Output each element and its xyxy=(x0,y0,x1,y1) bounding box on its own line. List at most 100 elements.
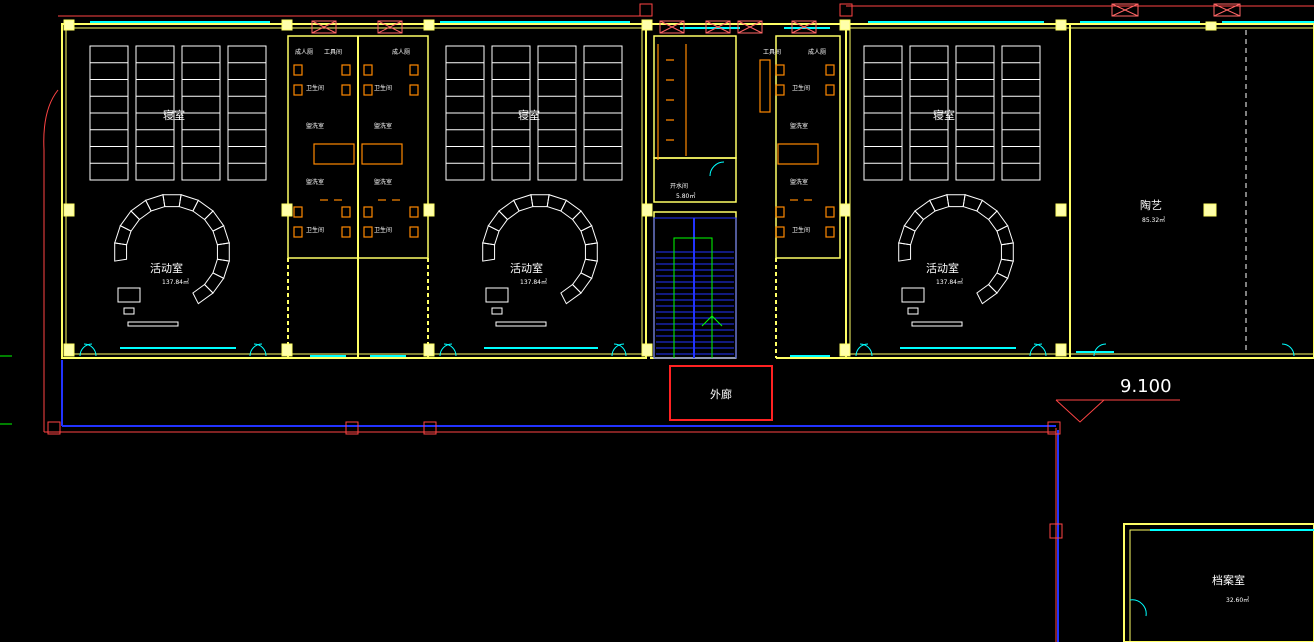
bedroom-label-1: 寝室 xyxy=(163,108,185,122)
seat-segment xyxy=(130,199,152,221)
seat-segment xyxy=(898,242,912,262)
washroom-label-c2: 盥洗室 xyxy=(790,178,808,186)
seat-segment xyxy=(482,224,500,246)
seat-segment xyxy=(903,210,925,232)
water-room-label: 开水间 xyxy=(670,182,688,190)
seat-segment xyxy=(996,258,1014,280)
toilet xyxy=(825,226,835,238)
washroom-label-a1: 盥洗室 xyxy=(306,122,324,130)
restroom-label-c2: 卫生间 xyxy=(792,226,810,234)
tool-room-label-b: 工具间 xyxy=(763,48,781,56)
toilet xyxy=(293,206,303,218)
toilet xyxy=(341,206,351,218)
seat-segment xyxy=(584,242,598,262)
seat-segment xyxy=(162,194,182,208)
seat-segment xyxy=(178,194,200,212)
seat-segment xyxy=(192,283,214,305)
room-labels: 寝室 寝室 寝室 活动室 137.84㎡ 活动室 137.84㎡ 活动室 137… xyxy=(150,48,1249,604)
stool xyxy=(907,307,919,315)
stool xyxy=(123,307,135,315)
restroom-label-b2: 卫生间 xyxy=(374,226,392,234)
seat-segment xyxy=(482,242,496,262)
seat-segment xyxy=(119,210,141,232)
corridor-label: 外廊 xyxy=(710,387,732,401)
toilet xyxy=(363,64,373,76)
seat-segment xyxy=(487,210,509,232)
toilet xyxy=(409,226,419,238)
door-swing xyxy=(1129,599,1147,617)
axis-ticks xyxy=(0,355,12,425)
restroom-label-a1: 卫生间 xyxy=(306,84,324,92)
seat-segment xyxy=(914,199,936,221)
toilet xyxy=(341,84,351,96)
seat-segment xyxy=(580,224,598,246)
activity-label-3: 活动室 xyxy=(926,261,959,275)
toilet xyxy=(409,84,419,96)
teacher-wc-label-a: 成人厕 xyxy=(295,48,313,56)
bedroom-label-3: 寝室 xyxy=(933,108,955,122)
toilet xyxy=(775,226,785,238)
toilet xyxy=(409,206,419,218)
activity-label-1: 活动室 xyxy=(150,261,183,275)
seat-segment xyxy=(898,224,916,246)
bench xyxy=(495,321,547,327)
seat-segment xyxy=(216,242,230,262)
piano xyxy=(901,287,925,303)
toilet xyxy=(293,226,303,238)
activity-furniture xyxy=(114,194,1014,327)
activity-label-2: 活动室 xyxy=(510,261,543,275)
pottery-label: 陶艺 xyxy=(1140,198,1162,212)
washroom-label-a2: 盥洗室 xyxy=(374,122,392,130)
toilet xyxy=(775,206,785,218)
toilet xyxy=(363,226,373,238)
seat-segment xyxy=(114,224,132,246)
activity-area-3: 137.84㎡ xyxy=(936,278,963,286)
restroom-label-b1: 卫生间 xyxy=(306,226,324,234)
building-walls xyxy=(61,23,1314,642)
toilet xyxy=(775,64,785,76)
piano xyxy=(485,287,509,303)
toilet xyxy=(409,64,419,76)
seat-segment xyxy=(560,199,582,221)
activity-area-1: 137.84㎡ xyxy=(162,278,189,286)
toilet xyxy=(775,84,785,96)
elevation-label: 9.100 xyxy=(1120,376,1172,397)
seat-segment xyxy=(1000,242,1014,262)
toilet xyxy=(825,84,835,96)
seat-segment xyxy=(976,199,998,221)
toilet xyxy=(293,64,303,76)
seat-segment xyxy=(203,210,225,232)
seat-segment xyxy=(212,258,230,280)
vent-symbols xyxy=(311,3,1241,34)
restroom-label-c1: 卫生间 xyxy=(792,84,810,92)
seat-segment xyxy=(192,199,214,221)
washroom-label-b2: 盥洗室 xyxy=(374,178,392,186)
seat-segment xyxy=(996,224,1014,246)
toilet xyxy=(341,226,351,238)
toilet xyxy=(293,84,303,96)
corridor-boundary xyxy=(61,360,1059,642)
seat-segment xyxy=(987,272,1009,294)
seat-segment xyxy=(203,272,225,294)
archive-area: 32.60㎡ xyxy=(1226,596,1249,604)
toilet xyxy=(363,206,373,218)
seat-segment xyxy=(212,224,230,246)
seat-segment xyxy=(114,242,128,262)
door-swings xyxy=(79,161,1295,617)
toilet xyxy=(825,206,835,218)
seat-segment xyxy=(144,194,166,212)
stool xyxy=(491,307,503,315)
seat-segment xyxy=(928,194,950,212)
seat-segment xyxy=(580,258,598,280)
pottery-area: 85.32㎡ xyxy=(1142,216,1165,224)
seat-segment xyxy=(946,194,966,208)
elevation-marker xyxy=(1055,399,1180,423)
restroom-label-a2: 卫生间 xyxy=(374,84,392,92)
piano xyxy=(117,287,141,303)
bench xyxy=(911,321,963,327)
seat-segment xyxy=(498,199,520,221)
restroom-fixtures xyxy=(293,44,835,238)
door-swing xyxy=(709,161,725,177)
seat-segment xyxy=(546,194,568,212)
tool-room-label-a: 工具间 xyxy=(324,48,342,56)
